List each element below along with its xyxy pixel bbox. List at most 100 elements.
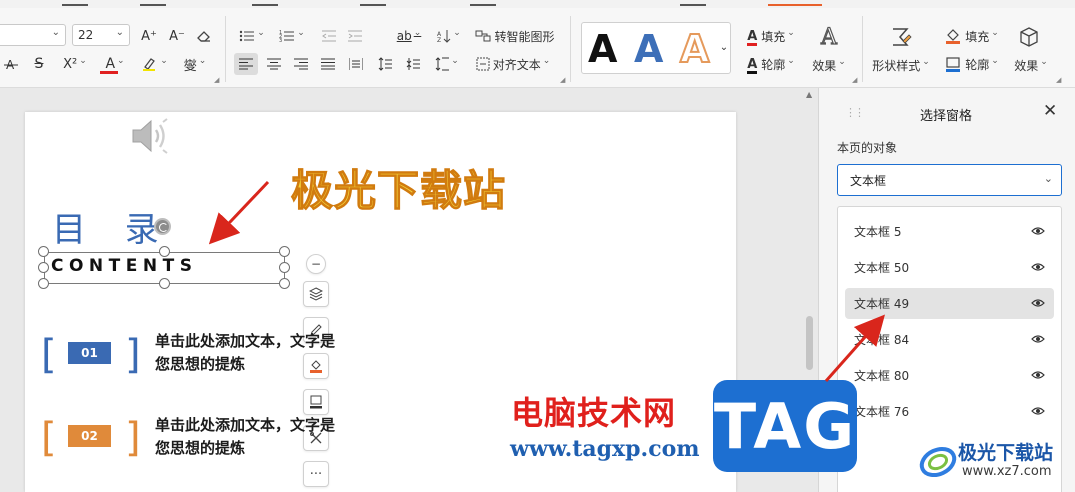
resize-handle[interactable] bbox=[38, 262, 49, 273]
wordart-style-orange-outline[interactable]: A bbox=[679, 23, 710, 75]
eye-icon[interactable] bbox=[1031, 297, 1045, 309]
text-effects-icon-button[interactable]: A bbox=[812, 24, 846, 50]
resize-handle[interactable] bbox=[279, 262, 290, 273]
increase-indent-button[interactable] bbox=[344, 26, 366, 46]
item-text[interactable]: 单击此处添加文本，文字是 您思想的提炼 bbox=[155, 330, 335, 376]
layers-button[interactable] bbox=[303, 281, 329, 307]
align-right-button[interactable] bbox=[289, 53, 313, 75]
resize-handle[interactable] bbox=[279, 246, 290, 257]
close-icon[interactable]: ✕ bbox=[1043, 101, 1057, 121]
bracket-right-icon: ] bbox=[125, 332, 141, 378]
object-row-textbox-84[interactable]: 文本框 84 bbox=[845, 324, 1054, 355]
phonetic-guide-button[interactable]: 燮 bbox=[178, 54, 212, 74]
font-color-button[interactable]: A bbox=[98, 54, 132, 74]
font-dialog-launcher[interactable]: ◢ bbox=[214, 76, 219, 84]
collapse-toolbar-button[interactable]: − bbox=[306, 254, 326, 274]
shape-dialog-launcher[interactable]: ◢ bbox=[1056, 76, 1061, 84]
ribbon-tab-text-tools[interactable] bbox=[768, 0, 822, 6]
shape-effects-icon-button[interactable] bbox=[1014, 24, 1044, 50]
text-effects-button[interactable]: 效果 bbox=[806, 56, 852, 74]
scroll-up-icon[interactable]: ▲ bbox=[806, 90, 812, 99]
eye-icon[interactable] bbox=[1031, 369, 1045, 381]
resize-handle[interactable] bbox=[38, 278, 49, 289]
justify-button[interactable] bbox=[316, 53, 340, 75]
highlight-button[interactable] bbox=[138, 54, 172, 74]
grow-font-icon: A⁺ bbox=[141, 28, 157, 44]
gallery-expand-icon[interactable]: ⌄ bbox=[718, 40, 730, 54]
eye-icon[interactable] bbox=[1031, 405, 1045, 417]
drag-handle-icon[interactable]: ⋮⋮ bbox=[845, 106, 865, 119]
shape-style-button[interactable]: 形状样式 bbox=[870, 56, 932, 74]
resize-handle[interactable] bbox=[279, 278, 290, 289]
object-filter-select[interactable]: 文本框 ⌄ bbox=[837, 164, 1062, 196]
shape-style-icon-button[interactable] bbox=[886, 24, 916, 50]
outline-float-button[interactable] bbox=[303, 389, 329, 415]
resize-handle[interactable] bbox=[159, 278, 170, 289]
distribute-button[interactable] bbox=[344, 53, 368, 75]
numbered-list-icon: 123 bbox=[279, 30, 295, 43]
scrollbar-thumb[interactable] bbox=[806, 316, 813, 370]
wordart-style-blue[interactable]: A bbox=[634, 23, 663, 75]
numbered-list-button[interactable]: 123 bbox=[276, 26, 308, 46]
convert-smart-graphic-button[interactable]: 转智能图形 bbox=[470, 26, 560, 46]
font-size-select[interactable]: 22 ⌄ bbox=[72, 24, 130, 46]
chevron-down-icon: ⌄ bbox=[1043, 172, 1053, 185]
object-row-textbox-80[interactable]: 文本框 80 bbox=[845, 360, 1054, 391]
ribbon-tab[interactable] bbox=[680, 0, 706, 6]
ribbon-tab[interactable] bbox=[470, 0, 496, 6]
bracket-left-icon: [ bbox=[41, 332, 57, 378]
object-row-textbox-50[interactable]: 文本框 50 bbox=[845, 252, 1054, 283]
rotate-handle-icon[interactable] bbox=[154, 218, 171, 235]
shape-outline-button[interactable]: 轮廓 bbox=[942, 54, 1002, 74]
eye-icon[interactable] bbox=[1031, 333, 1045, 345]
bullet-list-button[interactable] bbox=[236, 26, 268, 46]
wordart-dialog-launcher[interactable]: ◢ bbox=[852, 76, 857, 84]
paragraph-dialog-launcher[interactable]: ◢ bbox=[560, 76, 565, 84]
object-row-textbox-5[interactable]: 文本框 5 bbox=[845, 216, 1054, 247]
decrease-indent-button[interactable] bbox=[318, 26, 340, 46]
eye-icon[interactable] bbox=[1031, 261, 1045, 273]
slide-editing-area[interactable]: 极光下载站 目 录 CONTENTS − ··· [01] 单击此处添加文本… bbox=[0, 88, 818, 492]
object-row-textbox-49[interactable]: 文本框 49 bbox=[845, 288, 1054, 319]
wordart-style-gallery[interactable]: A A A bbox=[581, 22, 731, 74]
svg-text:3: 3 bbox=[279, 38, 282, 43]
shape-effects-button[interactable]: 效果 bbox=[1008, 56, 1054, 74]
line-spacing-button[interactable] bbox=[373, 53, 397, 75]
contents-subtitle[interactable]: CONTENTS bbox=[51, 256, 197, 276]
spacing-options-button[interactable] bbox=[431, 53, 463, 75]
strikethrough-double-button[interactable]: A bbox=[0, 54, 22, 74]
item-text[interactable]: 单击此处添加文本，文字是 您思想的提炼 bbox=[155, 414, 335, 460]
text-fill-button[interactable]: A 填充 bbox=[740, 26, 802, 46]
grow-font-button[interactable]: A⁺ bbox=[138, 26, 160, 46]
ribbon-tab[interactable] bbox=[360, 0, 386, 6]
shape-fill-button[interactable]: 填充 bbox=[942, 26, 1002, 46]
text-direction-button[interactable]: ab bbox=[392, 26, 426, 46]
slide-canvas[interactable]: 极光下载站 目 录 CONTENTS − ··· [01] 单击此处添加文本… bbox=[25, 112, 736, 492]
resize-handle[interactable] bbox=[159, 246, 170, 257]
eye-icon[interactable] bbox=[1031, 225, 1045, 237]
font-family-select[interactable]: ⌄ bbox=[0, 24, 66, 46]
resize-handle[interactable] bbox=[38, 246, 49, 257]
shrink-font-button[interactable]: A⁻ bbox=[166, 26, 188, 46]
group-separator bbox=[225, 16, 226, 82]
align-text-button[interactable]: 对齐文本 bbox=[470, 53, 556, 75]
ribbon-tab[interactable] bbox=[62, 0, 88, 6]
paragraph-spacing-button[interactable] bbox=[401, 53, 425, 75]
strikethrough-button[interactable]: S bbox=[28, 54, 50, 74]
more-options-button[interactable]: ··· bbox=[303, 461, 329, 487]
clear-format-button[interactable] bbox=[193, 26, 215, 46]
text-fill-icon: A bbox=[747, 28, 758, 46]
wordart-style-black[interactable]: A bbox=[588, 23, 617, 75]
ribbon-tab[interactable] bbox=[140, 0, 166, 6]
item-text-line: 您思想的提炼 bbox=[155, 439, 246, 457]
speaker-icon[interactable] bbox=[129, 116, 173, 156]
align-center-button[interactable] bbox=[262, 53, 286, 75]
superscript-button[interactable]: X² bbox=[58, 54, 92, 74]
align-left-button[interactable] bbox=[234, 53, 258, 75]
ribbon-tab[interactable] bbox=[252, 0, 278, 6]
shape-style-label: 形状样式 bbox=[872, 58, 921, 73]
align-text-icon bbox=[476, 57, 490, 71]
object-row-textbox-76[interactable]: 文本框 76 bbox=[845, 396, 1054, 427]
text-outline-button[interactable]: A 轮廓 bbox=[740, 54, 802, 74]
sort-button[interactable]: AZ bbox=[434, 26, 464, 46]
